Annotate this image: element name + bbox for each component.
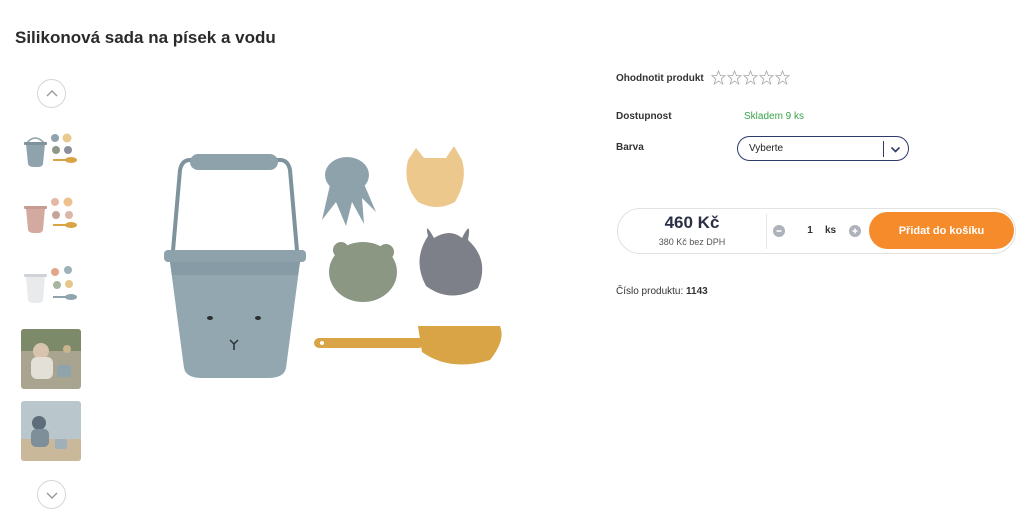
thumbnail-3[interactable] — [21, 258, 81, 318]
quantity-unit: ks — [825, 225, 837, 236]
rating-label: Ohodnotit produkt — [616, 73, 704, 84]
star-icon[interactable] — [727, 70, 742, 85]
color-select[interactable]: Vyberte — [737, 136, 909, 161]
minus-icon — [776, 230, 782, 232]
price-without-vat: 380 Kč bez DPH — [658, 237, 726, 247]
product-number: Číslo produktu: 1143 — [616, 286, 708, 297]
quantity-input[interactable]: 1 — [800, 225, 820, 236]
thumbnail-2[interactable] — [21, 188, 81, 248]
main-product-image[interactable] — [150, 140, 520, 390]
divider — [766, 214, 767, 249]
select-divider — [883, 141, 884, 157]
thumbnail-1[interactable] — [21, 126, 81, 186]
product-number-label: Číslo produktu: — [616, 286, 684, 297]
add-to-cart-button[interactable]: Přidat do košíku — [869, 212, 1014, 249]
availability-label: Dostupnost — [616, 111, 672, 122]
color-label: Barva — [616, 142, 644, 153]
availability-value: Skladem 9 ks — [744, 111, 805, 122]
plus-icon — [852, 228, 858, 234]
thumbnail-4[interactable] — [21, 329, 81, 389]
chevron-down-icon — [890, 146, 901, 153]
quantity-increase-button[interactable] — [849, 225, 861, 237]
price: 460 Kč — [664, 213, 720, 232]
gallery-up-button[interactable] — [37, 79, 66, 108]
chevron-down-icon — [46, 492, 57, 499]
thumbnail-5[interactable] — [21, 401, 81, 461]
star-icon[interactable] — [759, 70, 774, 85]
chevron-up-icon — [46, 89, 57, 96]
star-icon[interactable] — [711, 70, 726, 85]
buy-box: 460 Kč 380 Kč bez DPH 1 ks Přidat do koš… — [617, 208, 1016, 254]
rating-stars[interactable] — [711, 70, 790, 85]
page-title: Silikonová sada na písek a vodu — [15, 28, 276, 47]
quantity-decrease-button[interactable] — [773, 225, 785, 237]
gallery-down-button[interactable] — [37, 480, 66, 509]
color-select-value: Vyberte — [749, 143, 784, 154]
star-icon[interactable] — [743, 70, 758, 85]
star-icon[interactable] — [775, 70, 790, 85]
product-number-value: 1143 — [686, 286, 708, 297]
